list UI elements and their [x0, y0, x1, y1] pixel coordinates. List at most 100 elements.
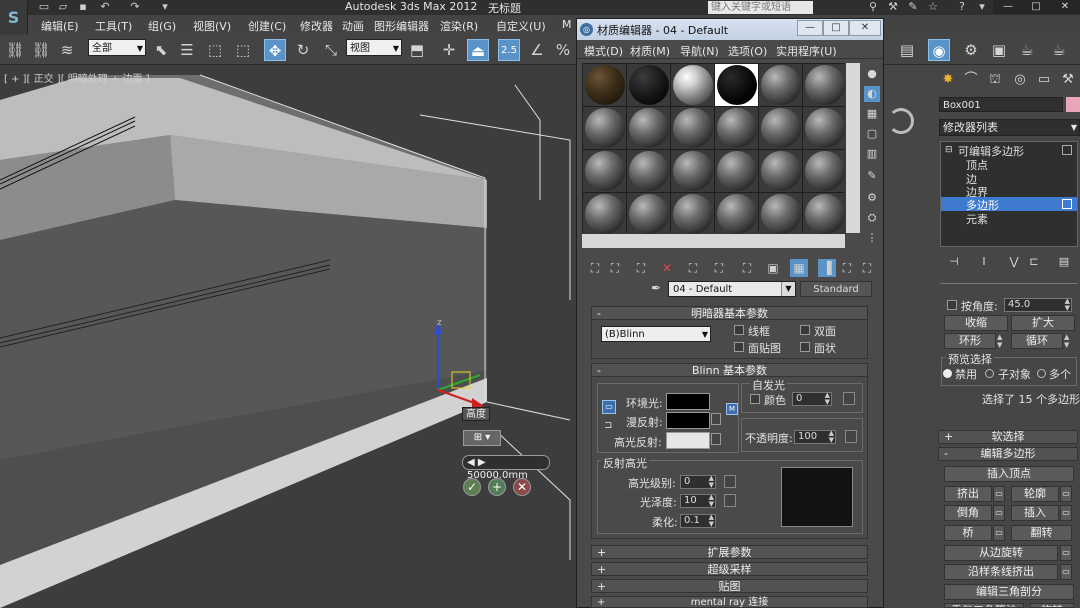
remove-modifier-icon[interactable]: ⊏: [1026, 255, 1042, 271]
menu-create[interactable]: 创建(C): [248, 18, 286, 34]
flip-button[interactable]: 翻转: [1011, 525, 1072, 541]
sample-slot[interactable]: [627, 150, 670, 192]
select-object-icon[interactable]: ⬉: [150, 39, 172, 61]
hinge-settings-icon[interactable]: ▭: [1060, 545, 1072, 561]
loop-spinner-icon[interactable]: ▲ ▼: [1064, 333, 1074, 349]
supersampling-rollout[interactable]: + 超级采样: [591, 562, 868, 576]
mat-menu-options[interactable]: 选项(O): [728, 43, 767, 59]
render-setup-icon[interactable]: ⚙: [960, 39, 982, 61]
material-name-field[interactable]: 04 - Default ▼: [668, 281, 796, 297]
bridge-button[interactable]: 桥: [944, 525, 992, 541]
preview-multi-radio[interactable]: [1037, 369, 1046, 378]
sample-horizontal-scrollbar[interactable]: [582, 234, 845, 248]
bridge-settings-icon[interactable]: ▭: [993, 525, 1005, 541]
edit-polygons-rollout[interactable]: - 编辑多边形: [938, 447, 1078, 461]
caddy-apply-icon[interactable]: +: [488, 478, 506, 496]
sample-slot-selected[interactable]: [715, 64, 758, 106]
sample-slot[interactable]: [583, 64, 626, 106]
menu-graph-editors[interactable]: 图形编辑器: [374, 18, 429, 34]
self-illum-color-checkbox[interactable]: [750, 394, 760, 404]
modify-tab-icon[interactable]: ⌒: [961, 71, 981, 89]
turn-button[interactable]: 旋转: [1030, 603, 1074, 608]
blinn-rollout-header[interactable]: - Blinn 基本参数: [591, 363, 868, 377]
maximize-icon[interactable]: □: [1026, 2, 1046, 12]
show-end-result-icon[interactable]: ▐: [818, 259, 836, 277]
by-angle-spinner[interactable]: 45.0 ▲ ▼: [1004, 298, 1072, 312]
backlight-icon[interactable]: ◐: [864, 86, 880, 102]
extrude-along-spline-button[interactable]: 沿样条线挤出: [944, 564, 1058, 580]
favorites-icon[interactable]: ☆: [926, 1, 940, 13]
snaps-toggle-icon[interactable]: 2.5: [498, 39, 520, 61]
bind-space-warp-icon[interactable]: ≋: [56, 39, 78, 61]
specular-color-swatch[interactable]: [666, 432, 710, 449]
minimize-icon[interactable]: —: [998, 2, 1018, 12]
caddy-cancel-icon[interactable]: ✕: [513, 478, 531, 496]
object-name-field[interactable]: Box001: [939, 97, 1063, 112]
menu-modifiers[interactable]: 修改器: [300, 18, 333, 34]
menu-customize[interactable]: 自定义(U): [496, 18, 546, 34]
mat-menu-navigation[interactable]: 导航(N): [680, 43, 719, 59]
spinner-arrows-icon[interactable]: ▲ ▼: [709, 494, 714, 508]
sample-slot[interactable]: [803, 64, 846, 106]
layer-manager-icon[interactable]: ▤: [896, 39, 918, 61]
redo-icon[interactable]: ↷: [128, 1, 142, 13]
shader-rollout-header[interactable]: - 明暗器基本参数: [591, 306, 868, 320]
window-crossing-icon[interactable]: ⬚: [232, 39, 254, 61]
viewport[interactable]: [0, 65, 576, 608]
render-dropdown-icon[interactable]: ☕: [1048, 39, 1070, 61]
viewcube-ring-icon[interactable]: [888, 108, 914, 134]
glossiness-spinner[interactable]: 10 ▲ ▼: [680, 494, 716, 508]
self-illum-spinner[interactable]: 0 ▲ ▼: [792, 392, 832, 406]
sample-slot[interactable]: [671, 64, 714, 106]
options-icon[interactable]: ⚙: [864, 190, 880, 206]
spinner-arrows-icon[interactable]: ▲ ▼: [825, 392, 830, 406]
sample-slot[interactable]: [583, 107, 626, 149]
shader-type-dropdown[interactable]: (B)Blinn ▼: [601, 326, 711, 342]
keyboard-shortcut-override-icon[interactable]: ⏏: [467, 39, 489, 61]
material-id-channel-icon[interactable]: ▣: [764, 259, 782, 277]
mat-minimize-icon[interactable]: —: [797, 20, 823, 36]
specular-level-map-button[interactable]: [724, 475, 736, 488]
spinner-arrows-icon[interactable]: ▲ ▼: [1065, 298, 1070, 312]
grow-button[interactable]: 扩大: [1011, 315, 1075, 331]
stack-item-toggle[interactable]: [1062, 199, 1072, 209]
configure-modifier-sets-icon[interactable]: ▤: [1056, 255, 1072, 271]
make-preview-icon[interactable]: ✎: [864, 168, 880, 184]
sample-slot[interactable]: [803, 193, 846, 235]
two-sided-checkbox[interactable]: [800, 325, 810, 335]
sample-slot[interactable]: [803, 150, 846, 192]
close-icon[interactable]: ✕: [1053, 2, 1077, 12]
menu-rendering[interactable]: 渲染(R): [440, 18, 478, 34]
diffuse-color-swatch[interactable]: [666, 412, 710, 429]
sample-slot[interactable]: [803, 107, 846, 149]
caddy-spinner-arrows-icon[interactable]: ◀ ▶: [467, 457, 486, 468]
undo-icon[interactable]: ↶: [98, 1, 112, 13]
diffuse-map-button[interactable]: [711, 413, 721, 425]
subscription-icon[interactable]: ⚒: [886, 1, 900, 13]
ring-spinner-icon[interactable]: ▲ ▼: [997, 333, 1007, 349]
wire-checkbox[interactable]: [734, 325, 744, 335]
put-to-library-icon[interactable]: ⛶: [738, 259, 756, 277]
sample-slot[interactable]: [671, 150, 714, 192]
rendered-frame-window-icon[interactable]: ▣: [988, 39, 1010, 61]
soften-spinner[interactable]: 0.1 ▲ ▼: [680, 514, 716, 528]
sample-slot[interactable]: [583, 150, 626, 192]
preview-subobject-radio[interactable]: [985, 369, 994, 378]
soft-selection-rollout[interactable]: + 软选择: [938, 430, 1078, 444]
hinge-from-edge-button[interactable]: 从边旋转: [944, 545, 1058, 561]
stack-item-element[interactable]: 元素: [966, 211, 988, 227]
menu-group[interactable]: 组(G): [148, 18, 176, 34]
mental-ray-rollout[interactable]: + mental ray 连接: [591, 596, 868, 608]
viewport-label[interactable]: [ + ][ 正交 ][ 明暗处理 + 边面 ]: [4, 70, 150, 85]
sample-slot[interactable]: [627, 64, 670, 106]
caddy-height-spinner[interactable]: ◀ ▶ 50000.0mm: [462, 455, 550, 481]
go-to-parent-icon[interactable]: ⛶: [838, 259, 856, 277]
outline-button[interactable]: 轮廓: [1011, 486, 1059, 502]
menu-edit[interactable]: 编辑(E): [41, 18, 79, 34]
bevel-button[interactable]: 倒角: [944, 505, 992, 521]
opacity-map-button[interactable]: [845, 430, 857, 443]
sample-slot[interactable]: [671, 193, 714, 235]
render-production-icon[interactable]: ☕: [1016, 39, 1038, 61]
spinner-arrows-icon[interactable]: ▲ ▼: [829, 430, 834, 444]
ring-button[interactable]: 环形: [944, 333, 996, 349]
